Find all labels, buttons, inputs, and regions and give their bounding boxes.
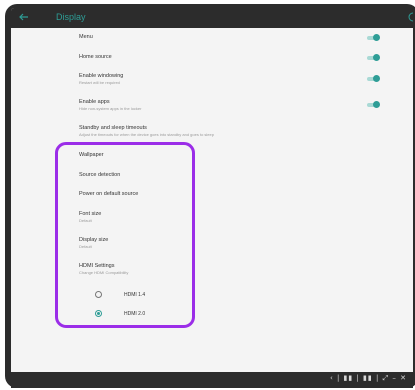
setting-enable-windowing[interactable]: Enable windowing Restart will be require… bbox=[79, 73, 123, 85]
setting-title: Enable apps bbox=[79, 99, 110, 105]
system-nav-bar: ‹ | ▮▮ | ▮▮ | ⤢ – ✕ bbox=[11, 372, 413, 388]
setting-title: Menu bbox=[79, 34, 93, 40]
info-icon[interactable] bbox=[408, 11, 413, 23]
page-title: Display bbox=[56, 12, 86, 22]
setting-subtitle: Restart will be required bbox=[79, 80, 120, 85]
setting-title: Standby and sleep timeouts bbox=[79, 125, 147, 131]
setting-title: Enable windowing bbox=[79, 73, 124, 79]
setting-title: Home source bbox=[79, 54, 112, 60]
enable-windowing-toggle[interactable] bbox=[367, 75, 381, 82]
setting-subtitle: Hide non-system apps in the locker bbox=[79, 106, 142, 111]
home-source-toggle[interactable] bbox=[367, 54, 381, 61]
menu-toggle[interactable] bbox=[367, 34, 381, 41]
nav-controls[interactable]: ‹ | ▮▮ | ▮▮ | ⤢ – ✕ bbox=[330, 374, 407, 386]
enable-apps-toggle[interactable] bbox=[367, 101, 381, 108]
setting-subtitle: Adjust the timeouts for when the device … bbox=[79, 132, 214, 137]
arrow-left-icon[interactable] bbox=[18, 11, 32, 25]
highlight-outline bbox=[55, 142, 195, 328]
app-bar: Display bbox=[11, 8, 413, 28]
setting-home-source[interactable]: Home source bbox=[79, 54, 112, 60]
setting-menu[interactable]: Menu bbox=[79, 34, 93, 40]
setting-enable-apps[interactable]: Enable apps Hide non-system apps in the … bbox=[79, 99, 141, 111]
setting-standby-sleep[interactable]: Standby and sleep timeouts Adjust the ti… bbox=[79, 125, 214, 137]
